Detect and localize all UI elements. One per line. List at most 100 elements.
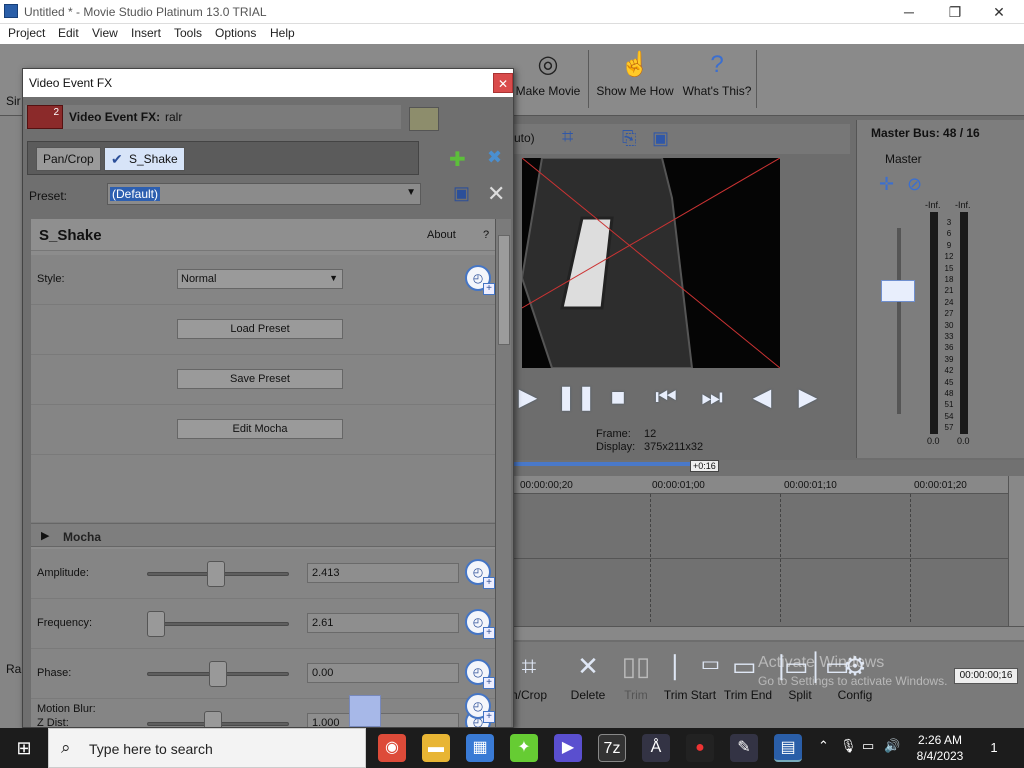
mocha-section-header[interactable]: ▶ Mocha [31,523,495,547]
maximize-button[interactable]: ❐ [932,0,978,24]
next-frame-icon[interactable]: ▶ [794,384,822,412]
volume-icon[interactable]: 🔊 [884,738,900,754]
plugin-scrollbar-thumb[interactable] [498,235,510,345]
store-icon[interactable]: ▦ [466,734,494,762]
frequency-slider-thumb[interactable] [147,611,165,637]
plugin-header: S_Shake About ? [31,219,495,251]
keyframe-clock-icon[interactable]: ◴+ [465,659,495,689]
expand-arrow-icon: ▶ [41,530,50,542]
menu-view[interactable]: View [92,26,118,40]
notification-center-icon[interactable]: 1 [982,736,1006,760]
meter-scale-label: 9 [946,240,952,250]
trim-button[interactable]: ▯▯ Trim [614,650,658,702]
keyframe-clock-icon[interactable]: ◴+ [465,693,495,723]
plugin-scrollbar[interactable] [495,219,511,727]
app-icon-green[interactable]: ✦ [510,734,538,762]
go-to-start-icon[interactable]: ⏮ [652,384,680,412]
menu-edit[interactable]: Edit [58,26,79,40]
track-separator [514,558,1008,559]
pause-icon[interactable]: ❚❚ [556,384,596,412]
frequency-value[interactable]: 2.61 [307,613,459,633]
menu-options[interactable]: Options [215,26,256,40]
delete-preset-icon[interactable]: ✕ [487,181,505,207]
z-dist-slider-thumb[interactable] [204,711,223,727]
add-fx-icon[interactable]: ✛ [879,174,894,195]
play-icon[interactable]: ▶ [514,384,542,412]
timecode-display: 00:00:00;16 [954,668,1018,684]
motion-blur-checkbox[interactable] [349,695,381,727]
fx-split-view-toggle[interactable] [409,107,439,131]
7zip-icon[interactable]: 7z [598,734,626,762]
close-button[interactable]: ✕ [976,0,1022,24]
frequency-slider-track[interactable] [147,622,289,626]
edit-mocha-button[interactable]: Edit Mocha [177,419,343,439]
minimize-button[interactable]: ─ [886,0,932,24]
dialog-title-bar[interactable]: Video Event FX ✕ [23,69,513,97]
mute-icon[interactable]: ⊘ [907,174,922,195]
about-link[interactable]: About [427,229,456,241]
meter-scale-label: 18 [944,275,954,284]
menu-insert[interactable]: Insert [131,26,161,40]
previous-frame-icon[interactable]: ◀ [748,384,776,412]
whats-this-button[interactable]: ? What's This? [682,50,752,112]
taskbar-search[interactable]: ⌕ Type here to search [48,728,366,768]
keyframe-clock-icon[interactable]: ◴+ [465,265,495,295]
phase-slider-thumb[interactable] [209,661,227,687]
microphone-icon[interactable]: 🎙 [840,738,857,754]
plugin-spacer [31,455,495,523]
remove-fx-icon[interactable]: ✖ [487,147,502,168]
go-to-end-icon[interactable]: ⏭ [698,384,726,412]
movie-studio-icon[interactable]: ▤ [774,734,802,762]
save-preset-icon[interactable]: ▣ [453,183,470,204]
chrome-icon[interactable]: ◉ [378,734,406,762]
style-dropdown[interactable]: Normal ▼ [177,269,343,289]
dialog-close-button[interactable]: ✕ [493,73,513,93]
preview-quality-dropdown[interactable]: uto) [514,131,535,145]
show-me-how-button[interactable]: ☝ Show Me How [594,50,676,112]
save-snapshot-icon[interactable]: ▣ [652,128,669,149]
chain-item-pan-crop[interactable]: Pan/Crop [36,147,101,171]
window-title: Untitled * - Movie Studio Platinum 13.0 … [24,5,267,19]
timeline-vertical-scrollbar[interactable] [1008,476,1024,626]
level-right: 0.0 [957,436,970,446]
keyframe-clock-icon[interactable]: ◴+ [465,609,495,639]
app-icon-a[interactable]: Å [642,734,670,762]
video-event-fx-dialog: Video Event FX ✕ 2 Video Event FX: ralr … [22,68,514,728]
load-preset-button[interactable]: Load Preset [177,319,343,339]
checkmark-icon[interactable]: ✔ [111,148,123,170]
menu-project[interactable]: Project [8,26,45,40]
delete-button[interactable]: ✕ Delete [566,650,610,702]
grid-icon[interactable]: ⌗ [562,126,573,149]
help-link[interactable]: ? [483,229,489,241]
app-icon [4,4,18,18]
app-icon-play[interactable]: ▶ [554,734,582,762]
z-dist-value[interactable]: 1.000 [307,713,459,727]
master-fader-track[interactable] [897,228,901,414]
save-preset-button[interactable]: Save Preset [177,369,343,389]
amplitude-value[interactable]: 2.413 [307,563,459,583]
chain-item-s-shake[interactable]: ✔ S_Shake [104,147,185,171]
phase-value[interactable]: 0.00 [307,663,459,683]
vegas-icon[interactable]: ✎ [730,734,758,762]
add-fx-chain-icon[interactable]: ✚ [449,147,466,172]
stop-icon[interactable]: ■ [604,384,632,412]
record-icon[interactable]: ● [686,734,714,762]
file-explorer-icon[interactable]: ▬ [422,734,450,762]
menu-tools[interactable]: Tools [174,26,202,40]
master-fader-thumb[interactable] [881,280,915,302]
trim-start-button[interactable]: ⎸▭ Trim Start [662,650,721,702]
taskbar-clock[interactable]: 2:26 AM 8/4/2023 [906,732,974,764]
keyframe-clock-icon[interactable]: ◴+ [465,559,495,589]
start-button[interactable]: ⊞ [0,728,48,768]
copy-snapshot-icon[interactable]: ⎘ [622,128,636,149]
tray-chevron-icon[interactable]: ⌃ [818,738,829,754]
meter-scale-label: 54 [944,411,954,421]
preset-dropdown[interactable]: (Default) ▼ [107,183,421,205]
style-row: Style: Normal ▼ ◴ + [31,255,495,305]
menu-help[interactable]: Help [270,26,295,40]
timeline-horizontal-scrollbar[interactable] [514,626,1024,640]
make-movie-button[interactable]: ◎ Make Movie [512,50,584,112]
loop-region-bar[interactable] [514,462,694,466]
amplitude-slider-thumb[interactable] [206,561,225,587]
network-icon[interactable]: ▭ [862,738,874,754]
